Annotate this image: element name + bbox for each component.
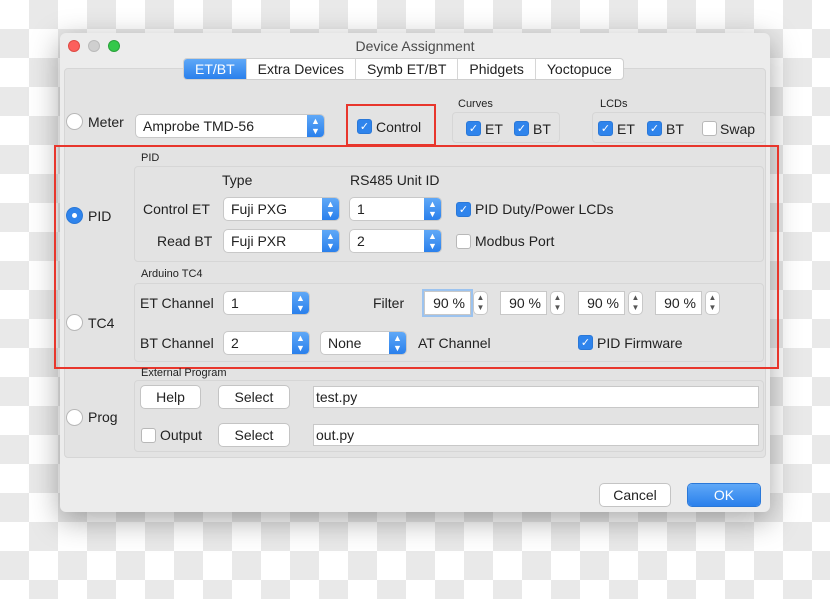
lcds-title: LCDs: [600, 98, 628, 110]
curves-title: Curves: [458, 98, 493, 110]
tab-extra-devices[interactable]: Extra Devices: [247, 59, 357, 79]
window-title: Device Assignment: [355, 38, 475, 54]
tab-phidgets[interactable]: Phidgets: [458, 59, 536, 79]
curves-bt-label: BT: [533, 121, 551, 137]
help-button[interactable]: Help: [141, 386, 200, 408]
select-program-button[interactable]: Select: [219, 386, 289, 408]
select-output-button[interactable]: Select: [219, 424, 289, 446]
zoom-button[interactable]: [108, 40, 120, 52]
meter-device-select[interactable]: Amprobe TMD-56 ▲ ▼: [136, 115, 324, 137]
prog-radio[interactable]: [66, 409, 83, 426]
external-program-title: External Program: [141, 367, 227, 379]
tab-yoctopuce[interactable]: Yoctopuce: [536, 59, 623, 79]
curves-et-label: ET: [485, 121, 503, 137]
lcds-et-label: ET: [617, 121, 635, 137]
minimize-button[interactable]: [88, 40, 100, 52]
meter-label: Meter: [88, 114, 124, 130]
output-path-input[interactable]: out.py: [313, 424, 759, 446]
chevron-updown-icon: ▲ ▼: [307, 115, 324, 137]
tab-bar: ET/BT Extra Devices Symb ET/BT Phidgets …: [183, 58, 624, 80]
lcds-et-checkbox[interactable]: ✓: [598, 121, 613, 136]
meter-device-value: Amprobe TMD-56: [143, 118, 255, 134]
curves-bt-checkbox[interactable]: ✓: [514, 121, 529, 136]
program-path-input[interactable]: test.py: [313, 386, 759, 408]
lcds-swap-label: Swap: [720, 121, 756, 137]
meter-radio[interactable]: [66, 113, 83, 130]
tab-symb-et-bt[interactable]: Symb ET/BT: [356, 59, 459, 79]
tab-et-bt[interactable]: ET/BT: [184, 59, 247, 79]
lcds-bt-checkbox[interactable]: ✓: [647, 121, 662, 136]
control-label: Control: [376, 119, 422, 135]
highlight-box-pid-tc4: [54, 145, 779, 369]
lcds-bt-label: BT: [666, 121, 684, 137]
curves-et-checkbox[interactable]: ✓: [466, 121, 481, 136]
prog-radio-label: Prog: [88, 409, 118, 425]
cancel-button[interactable]: Cancel: [600, 484, 670, 506]
lcds-swap-checkbox[interactable]: [702, 121, 717, 136]
close-button[interactable]: [68, 40, 80, 52]
output-checkbox[interactable]: [141, 428, 156, 443]
output-label: Output: [160, 427, 203, 443]
control-checkbox[interactable]: ✓: [357, 119, 372, 134]
title-bar: Device Assignment: [60, 33, 770, 57]
ok-button[interactable]: OK: [688, 484, 760, 506]
